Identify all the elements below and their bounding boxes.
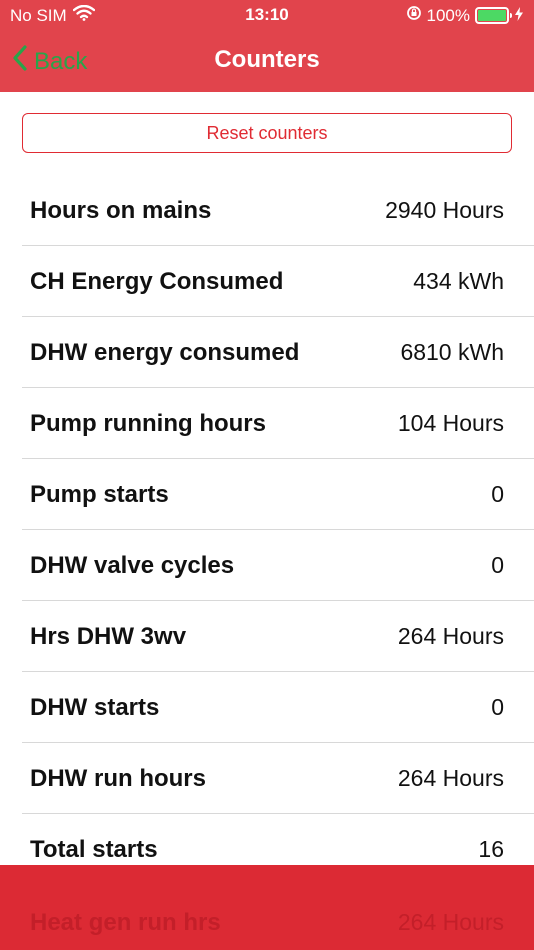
battery-percent: 100% xyxy=(426,5,470,25)
counter-row: Pump running hours 104 Hours xyxy=(22,388,534,459)
counter-value: 0 xyxy=(491,481,504,507)
counter-label: Hrs DHW 3wv xyxy=(30,623,187,650)
counter-row: DHW energy consumed 6810 kWh xyxy=(22,317,534,388)
counter-row: Pump starts 0 xyxy=(22,459,534,530)
counter-value: 2940 Hours xyxy=(385,197,504,223)
counter-row: DHW valve cycles 0 xyxy=(22,530,534,601)
orientation-lock-icon xyxy=(406,5,422,26)
counter-value: 0 xyxy=(491,694,504,720)
top-bar: No SIM 13:10 100% Back Counters xyxy=(0,0,534,92)
page-title: Counters xyxy=(214,46,320,73)
counter-label: Hours on mains xyxy=(30,197,212,224)
reset-container: Reset counters xyxy=(22,113,512,153)
status-right: 100% xyxy=(406,5,524,26)
counter-label: Pump starts xyxy=(30,481,169,508)
counters-list: Hours on mains 2940 Hours CH Energy Cons… xyxy=(0,175,534,885)
counter-value: 434 kWh xyxy=(413,268,504,294)
counter-label: Pump running hours xyxy=(30,410,266,437)
counter-label: DHW valve cycles xyxy=(30,552,235,579)
partially-hidden-row: Heat gen run hrs 264 Hours xyxy=(0,905,534,945)
counter-label: DHW run hours xyxy=(30,765,206,792)
counter-label: DHW starts xyxy=(30,694,160,721)
counter-label: CH Energy Consumed xyxy=(30,268,284,295)
battery-icon xyxy=(475,7,512,24)
battery-fill xyxy=(478,10,506,21)
counter-value: 104 Hours xyxy=(397,410,504,436)
counter-label: DHW energy consumed xyxy=(30,339,300,366)
counter-row: DHW run hours 264 Hours xyxy=(22,743,534,814)
counter-value: 16 xyxy=(478,836,504,862)
reset-counters-button[interactable]: Reset counters xyxy=(22,113,512,153)
counter-row: CH Energy Consumed 434 kWh xyxy=(22,246,534,317)
counter-value: 264 Hours xyxy=(397,765,504,791)
battery-tip xyxy=(510,13,512,18)
hidden-row-value: 264 Hours xyxy=(397,909,504,935)
navigation-bar: Back Counters xyxy=(0,32,534,92)
counter-row: Hours on mains 2940 Hours xyxy=(22,175,534,246)
counter-row: DHW starts 0 xyxy=(22,672,534,743)
hidden-row-label: Heat gen run hrs xyxy=(30,909,221,936)
status-bar: No SIM 13:10 100% xyxy=(0,0,534,32)
counter-value: 0 xyxy=(491,552,504,578)
charging-bolt-icon xyxy=(514,6,524,26)
counter-label: Total starts xyxy=(30,836,158,863)
counter-row: Hrs DHW 3wv 264 Hours xyxy=(22,601,534,672)
counter-value: 264 Hours xyxy=(397,623,504,649)
counter-value: 6810 kWh xyxy=(400,339,504,365)
